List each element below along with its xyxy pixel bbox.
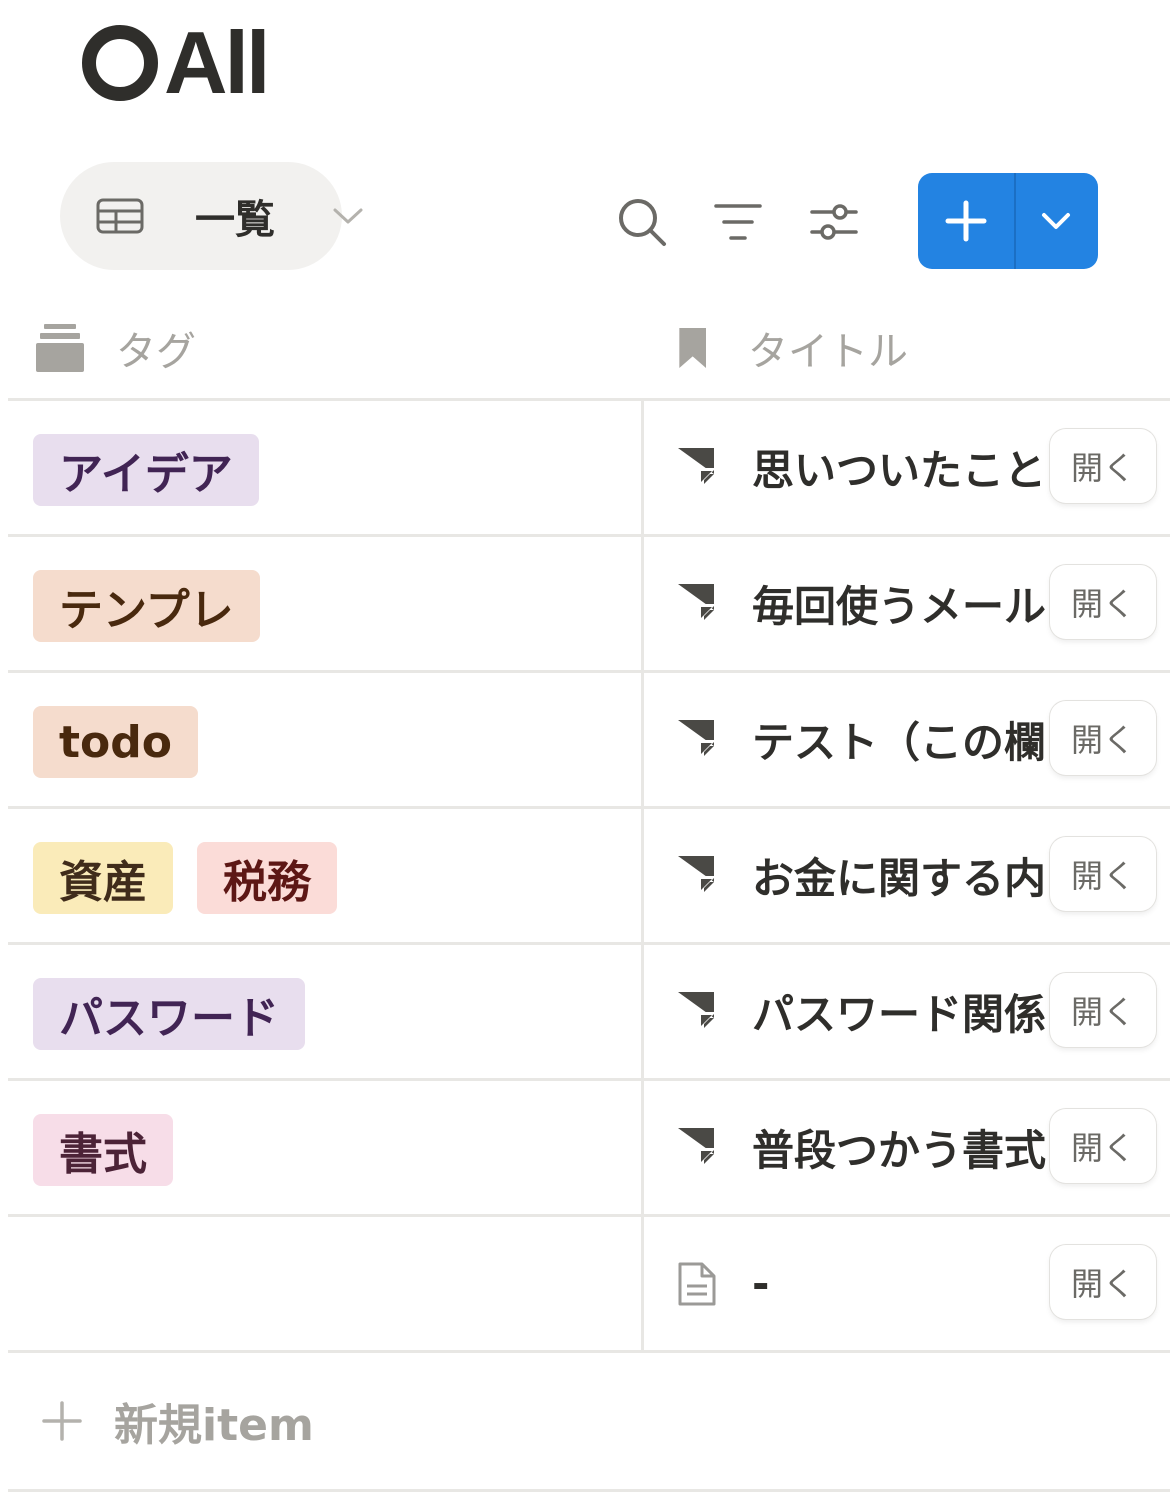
view-switcher[interactable]: 一覧 xyxy=(60,162,363,270)
open-button[interactable]: 開く xyxy=(1050,565,1156,639)
tags-cell[interactable]: アイデア xyxy=(33,434,259,506)
row-title: パスワード関係 xyxy=(752,990,1047,1039)
page-title: All xyxy=(80,13,270,112)
new-button[interactable] xyxy=(918,173,1014,269)
table-body: アイデア 思いついたこと 開く テンプレ 毎回使うメール 開く todo テスト… xyxy=(8,401,1170,1353)
note-icon xyxy=(678,719,714,756)
tag-pill[interactable]: アイデア xyxy=(33,434,259,506)
tag-pill[interactable]: 税務 xyxy=(197,842,337,914)
tags-cell[interactable]: パスワード xyxy=(33,978,305,1050)
page-title-text: All xyxy=(164,13,270,112)
column-divider xyxy=(641,537,644,673)
new-button-group xyxy=(918,173,1098,269)
row-title: 毎回使うメール xyxy=(752,582,1047,631)
new-dropdown-button[interactable] xyxy=(1016,173,1098,269)
view-label: 一覧 xyxy=(195,197,275,243)
table-row: パスワード パスワード関係 開く xyxy=(8,945,1170,1081)
table-icon xyxy=(96,198,144,234)
note-icon xyxy=(678,447,714,484)
row-title: 普段つかう書式 xyxy=(752,1126,1047,1175)
tags-cell[interactable]: 書式 xyxy=(33,1114,173,1186)
open-button[interactable]: 開く xyxy=(1050,1245,1156,1319)
page-title-ring-icon xyxy=(82,25,158,101)
column-header-label: タグ xyxy=(116,329,196,375)
column-header-tags[interactable]: タグ xyxy=(36,298,196,398)
table-row: テンプレ 毎回使うメール 開く xyxy=(8,537,1170,673)
table-header: タグ タイトル xyxy=(8,298,1170,401)
table-row: 資産 税務 お金に関する内 開く xyxy=(8,809,1170,945)
chevron-down-icon xyxy=(333,208,363,224)
plus-icon xyxy=(945,200,987,242)
table-row: todo テスト（この欄 開く xyxy=(8,673,1170,809)
open-button[interactable]: 開く xyxy=(1050,1109,1156,1183)
table-row: - 開く xyxy=(8,1217,1170,1353)
tags-cell[interactable]: todo xyxy=(33,706,198,778)
column-divider xyxy=(641,401,644,537)
column-divider xyxy=(641,1081,644,1217)
chevron-down-icon xyxy=(1042,213,1070,229)
column-header-label: タイトル xyxy=(748,329,908,375)
tag-pill[interactable]: 書式 xyxy=(33,1114,173,1186)
tag-stack-icon xyxy=(36,324,84,372)
database-table: タグ タイトル アイデア 思いついたこと 開く テンプレ 毎回使うメール 開く … xyxy=(8,298,1170,1492)
column-divider xyxy=(641,809,644,945)
open-button[interactable]: 開く xyxy=(1050,973,1156,1047)
search-icon[interactable] xyxy=(616,196,668,248)
row-title: - xyxy=(752,1259,770,1308)
toolbar: 一覧 xyxy=(0,160,1170,272)
open-button[interactable]: 開く xyxy=(1050,701,1156,775)
tags-cell[interactable]: テンプレ xyxy=(33,570,260,642)
new-item-button[interactable]: 新規item xyxy=(8,1353,1170,1492)
table-row: アイデア 思いついたこと 開く xyxy=(8,401,1170,537)
tag-pill[interactable]: パスワード xyxy=(33,978,305,1050)
plus-icon xyxy=(42,1401,82,1441)
note-icon xyxy=(678,583,714,620)
new-item-label: 新規item xyxy=(114,1400,314,1451)
open-button[interactable]: 開く xyxy=(1050,837,1156,911)
column-header-title[interactable]: タイトル xyxy=(676,298,908,398)
note-icon xyxy=(678,1127,714,1164)
page-icon xyxy=(678,1262,716,1305)
column-divider xyxy=(641,945,644,1081)
column-divider xyxy=(641,673,644,809)
tags-cell[interactable]: 資産 税務 xyxy=(33,842,337,914)
tag-pill[interactable]: テンプレ xyxy=(33,570,260,642)
filter-icon[interactable] xyxy=(712,196,764,248)
tag-pill[interactable]: 資産 xyxy=(33,842,173,914)
bookmark-icon xyxy=(679,328,706,368)
sliders-icon[interactable] xyxy=(808,196,860,248)
row-title: 思いついたこと xyxy=(752,446,1047,495)
row-title: お金に関する内 xyxy=(752,854,1047,903)
note-icon xyxy=(678,855,714,892)
table-row: 書式 普段つかう書式 開く xyxy=(8,1081,1170,1217)
note-icon xyxy=(678,991,714,1028)
open-button[interactable]: 開く xyxy=(1050,429,1156,503)
tag-pill[interactable]: todo xyxy=(33,706,198,778)
row-title: テスト（この欄 xyxy=(752,718,1047,767)
column-divider xyxy=(641,1217,644,1353)
